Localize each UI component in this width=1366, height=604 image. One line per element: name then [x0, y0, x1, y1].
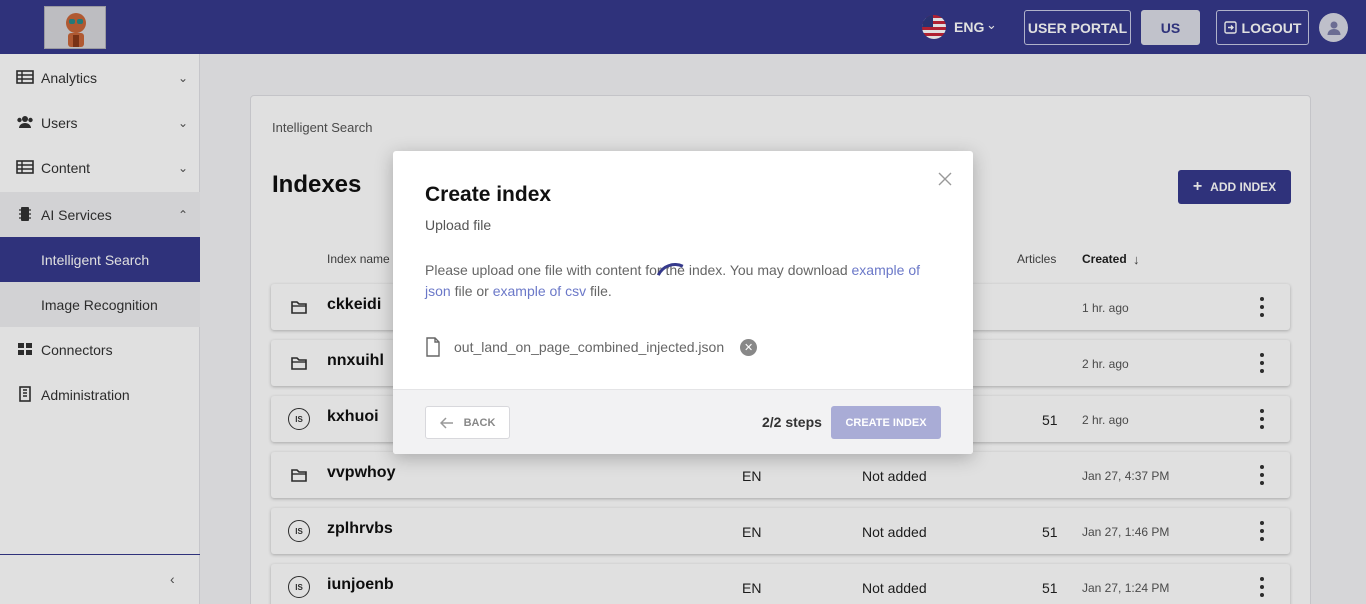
- file-name: out_land_on_page_combined_injected.json: [454, 339, 725, 355]
- step-counter: 2/2 steps: [762, 414, 822, 430]
- dialog-footer: BACK 2/2 steps CREATE INDEX: [393, 389, 973, 454]
- back-button[interactable]: BACK: [425, 406, 510, 439]
- arrow-left-icon: [439, 416, 453, 429]
- file-icon: [426, 337, 440, 357]
- csv-example-link[interactable]: example of csv: [493, 283, 586, 299]
- instructions-text: file or: [454, 283, 489, 299]
- instructions-text: Please upload one file with content for …: [425, 262, 848, 278]
- uploaded-file: out_land_on_page_combined_injected.json …: [425, 336, 758, 358]
- dialog-subtitle: Upload file: [425, 217, 492, 233]
- remove-file-icon[interactable]: ✕: [740, 338, 758, 356]
- back-label: BACK: [463, 416, 496, 429]
- instructions-text: file.: [589, 283, 612, 299]
- create-index-button[interactable]: CREATE INDEX: [831, 406, 941, 439]
- create-index-dialog: Create index Upload file Please upload o…: [393, 151, 973, 454]
- dialog-title: Create index: [425, 183, 552, 206]
- close-icon[interactable]: [937, 171, 953, 187]
